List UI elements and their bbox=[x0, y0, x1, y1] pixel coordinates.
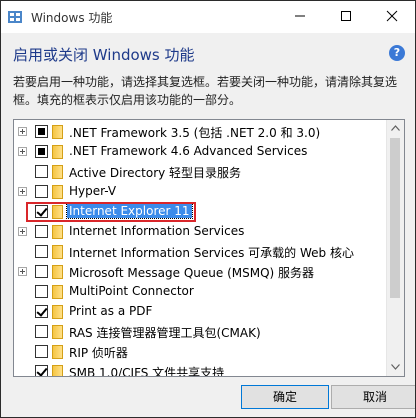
feature-label: RIP 侦听器 bbox=[69, 346, 128, 360]
scroll-thumb[interactable] bbox=[390, 138, 400, 298]
feature-label: MultiPoint Connector bbox=[69, 284, 194, 298]
feature-row[interactable]: RAS 连接管理器管理工具包(CMAK) bbox=[14, 322, 384, 342]
windows-features-icon bbox=[8, 11, 22, 23]
description-line-1: 若要启用一种功能，请选择其复选框。若要关闭一种功能，请清除其复选 bbox=[13, 75, 398, 89]
folder-icon bbox=[52, 305, 63, 319]
folder-icon bbox=[52, 125, 63, 139]
feature-label: Internet Information Services bbox=[69, 224, 245, 238]
feature-label: Microsoft Message Queue (MSMQ) 服务器 bbox=[69, 266, 315, 280]
feature-checkbox[interactable] bbox=[35, 245, 48, 258]
ok-button[interactable]: 确定 bbox=[241, 385, 329, 409]
folder-icon bbox=[52, 145, 63, 159]
feature-checkbox[interactable] bbox=[35, 225, 48, 238]
cancel-button[interactable]: 取消 bbox=[331, 385, 415, 409]
title-bar: Windows 功能 bbox=[1, 1, 415, 33]
minimize-icon bbox=[295, 15, 305, 17]
expand-icon[interactable] bbox=[18, 227, 27, 236]
description-line-2: 框。填充的框表示仅启用该功能的一部分。 bbox=[13, 93, 242, 107]
folder-icon bbox=[52, 265, 63, 279]
folder-icon bbox=[52, 245, 63, 259]
features-tree[interactable]: .NET Framework 3.5 (包括 .NET 2.0 和 3.0) .N… bbox=[13, 119, 405, 377]
windows-features-dialog: Windows 功能 启用或关闭 Windows 功能 ? 若要启用一种功能，请… bbox=[0, 0, 416, 418]
feature-checkbox[interactable] bbox=[35, 305, 48, 318]
vertical-scrollbar[interactable] bbox=[386, 120, 404, 376]
folder-icon bbox=[52, 185, 63, 199]
feature-checkbox[interactable] bbox=[35, 165, 48, 178]
feature-row[interactable]: MultiPoint Connector bbox=[14, 282, 384, 302]
close-button[interactable] bbox=[369, 1, 415, 31]
feature-row[interactable]: .NET Framework 4.6 Advanced Services bbox=[14, 142, 384, 162]
feature-label: RAS 连接管理器管理工具包(CMAK) bbox=[69, 326, 261, 340]
feature-label: .NET Framework 4.6 Advanced Services bbox=[69, 144, 308, 158]
feature-row[interactable]: RIP 侦听器 bbox=[14, 342, 384, 362]
minimize-button[interactable] bbox=[277, 1, 323, 31]
feature-label: .NET Framework 3.5 (包括 .NET 2.0 和 3.0) bbox=[69, 126, 321, 140]
selection-highlight-box bbox=[26, 202, 196, 222]
feature-checkbox[interactable] bbox=[35, 185, 48, 198]
description: 若要启用一种功能，请选择其复选框。若要关闭一种功能，请清除其复选 框。填充的框表… bbox=[13, 73, 405, 109]
feature-label: Print as a PDF bbox=[69, 304, 153, 318]
window-title: Windows 功能 bbox=[31, 11, 113, 25]
feature-label: SMB 1.0/CIFS 文件共享支持 bbox=[69, 366, 225, 377]
feature-checkbox[interactable] bbox=[35, 125, 48, 138]
chevron-down-icon bbox=[391, 364, 400, 370]
scroll-down-button[interactable] bbox=[387, 359, 404, 376]
close-icon bbox=[386, 10, 398, 22]
feature-label: Active Directory 轻型目录服务 bbox=[69, 166, 242, 180]
feature-checkbox[interactable] bbox=[35, 285, 48, 298]
feature-checkbox[interactable] bbox=[35, 345, 48, 358]
feature-checkbox[interactable] bbox=[35, 145, 48, 158]
expand-icon[interactable] bbox=[18, 187, 27, 196]
feature-row[interactable]: SMB 1.0/CIFS 文件共享支持 bbox=[14, 362, 384, 377]
feature-label: Hyper-V bbox=[69, 184, 117, 198]
dialog-heading: 启用或关闭 Windows 功能 bbox=[13, 46, 195, 64]
feature-row[interactable]: Hyper-V bbox=[14, 182, 384, 202]
expand-icon[interactable] bbox=[18, 127, 27, 136]
maximize-icon bbox=[341, 11, 351, 21]
folder-icon bbox=[52, 225, 63, 239]
feature-row[interactable]: Internet Explorer 11 bbox=[14, 202, 384, 222]
feature-row[interactable]: Active Directory 轻型目录服务 bbox=[14, 162, 384, 182]
folder-icon bbox=[52, 345, 63, 359]
feature-checkbox[interactable] bbox=[35, 365, 48, 376]
chevron-up-icon bbox=[391, 125, 400, 131]
expand-icon[interactable] bbox=[18, 267, 27, 276]
feature-row[interactable]: Print as a PDF bbox=[14, 302, 384, 322]
expand-icon[interactable] bbox=[18, 147, 27, 156]
feature-checkbox[interactable] bbox=[35, 325, 48, 338]
maximize-button[interactable] bbox=[323, 1, 369, 31]
feature-row[interactable]: Microsoft Message Queue (MSMQ) 服务器 bbox=[14, 262, 384, 282]
feature-row[interactable]: Internet Information Services 可承载的 Web 核… bbox=[14, 242, 384, 262]
folder-icon bbox=[52, 325, 63, 339]
folder-icon bbox=[52, 365, 63, 376]
feature-row[interactable]: Internet Information Services bbox=[14, 222, 384, 242]
folder-icon bbox=[52, 285, 63, 299]
feature-row[interactable]: .NET Framework 3.5 (包括 .NET 2.0 和 3.0) bbox=[14, 122, 384, 142]
scroll-up-button[interactable] bbox=[387, 120, 404, 137]
help-icon[interactable]: ? bbox=[389, 45, 405, 61]
feature-checkbox[interactable] bbox=[35, 265, 48, 278]
folder-icon bbox=[52, 165, 63, 179]
feature-label: Internet Information Services 可承载的 Web 核… bbox=[69, 246, 354, 260]
